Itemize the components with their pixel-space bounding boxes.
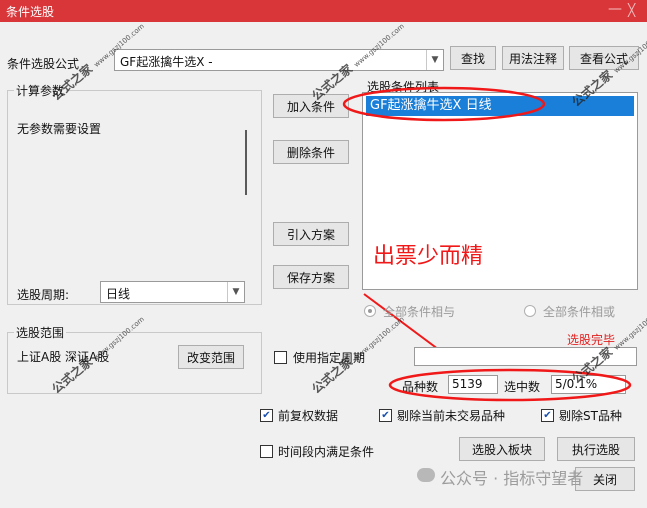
period-label: 选股周期: (17, 288, 70, 302)
import-scheme-button[interactable]: 引入方案 (273, 222, 349, 246)
logic-or-label: 全部条件相或 (543, 305, 616, 319)
title-bar: 条件选股 — ╳ (0, 0, 647, 22)
delete-condition-button[interactable]: 删除条件 (273, 140, 349, 164)
period-match-label: 时间段内满足条件 (278, 445, 375, 459)
range-period-checkbox[interactable] (274, 351, 287, 364)
close-icon[interactable]: ╳ (628, 3, 635, 17)
exclude-st-label: 剔除ST品种 (559, 409, 622, 423)
period-select[interactable]: 日线 ▼ (100, 281, 245, 303)
formula-value: GF起涨擒牛选X - (120, 55, 213, 69)
chevron-down-icon[interactable]: ▼ (227, 282, 244, 302)
execute-button[interactable]: 执行选股 (557, 437, 635, 461)
no-params-text: 无参数需要设置 (17, 122, 102, 136)
logic-or-radio[interactable] (524, 305, 536, 317)
minimize-icon[interactable]: — (608, 1, 622, 17)
period-value: 日线 (106, 287, 131, 301)
add-to-block-button[interactable]: 选股入板块 (459, 437, 545, 461)
formula-label: 条件选股公式 (7, 57, 80, 71)
wechat-icon (417, 468, 435, 482)
find-button[interactable]: 查找 (450, 46, 496, 70)
save-scheme-button[interactable]: 保存方案 (273, 265, 349, 289)
highlight-ellipse (342, 86, 546, 122)
counts-highlight-ellipse (388, 368, 632, 402)
scope-group-title: 选股范围 (14, 324, 67, 341)
usage-button[interactable]: 用法注释 (502, 46, 564, 70)
params-scrollbar[interactable] (245, 130, 247, 195)
exclude-st-checkbox[interactable]: ✔ (541, 409, 554, 422)
exclude-untraded-checkbox[interactable]: ✔ (379, 409, 392, 422)
adjust-checkbox[interactable]: ✔ (260, 409, 273, 422)
window-title: 条件选股 (6, 5, 55, 19)
change-scope-button[interactable]: 改变范围 (178, 345, 244, 369)
logic-and-radio[interactable] (364, 305, 376, 317)
close-button[interactable]: 关闭 (575, 467, 635, 491)
adjust-label: 前复权数据 (278, 409, 339, 423)
period-match-checkbox[interactable] (260, 445, 273, 458)
chevron-down-icon[interactable]: ▼ (426, 50, 443, 70)
wechat-watermark: 公众号 · 指标守望者 (440, 469, 584, 488)
annotation-text: 出票少而精 (373, 244, 484, 269)
add-condition-button[interactable]: 加入条件 (273, 94, 349, 118)
formula-select[interactable]: GF起涨擒牛选X - ▼ (114, 49, 444, 71)
exclude-untraded-label: 剔除当前未交易品种 (397, 409, 506, 423)
